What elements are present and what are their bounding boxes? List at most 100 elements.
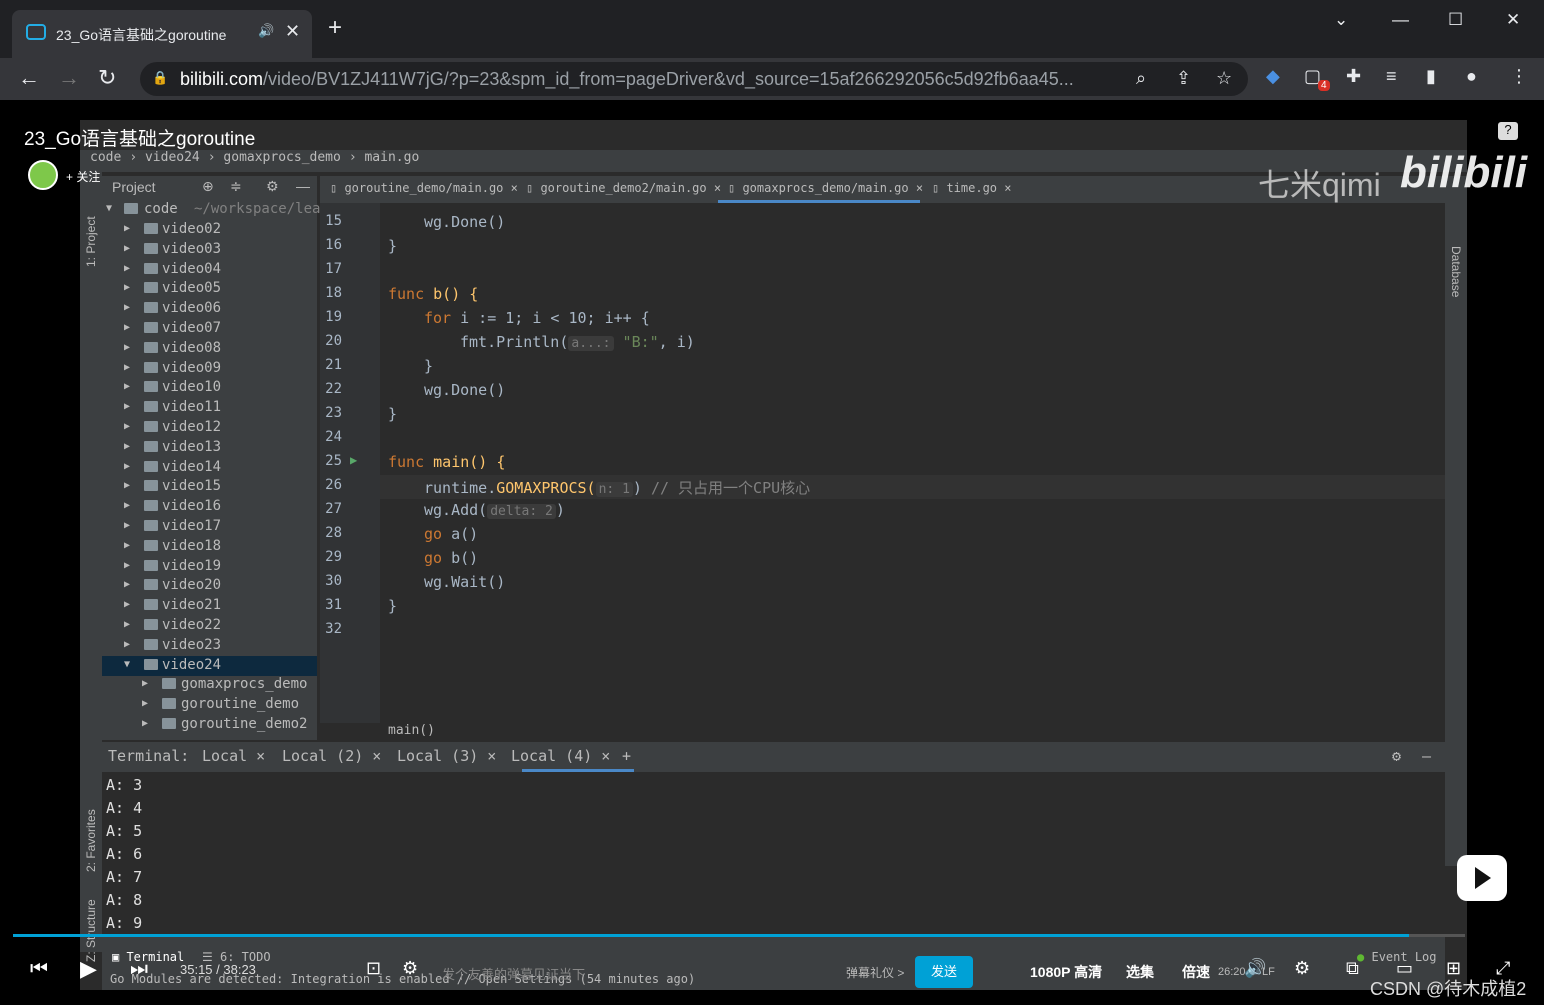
tree-folder-item[interactable]: ▶ video12 xyxy=(102,418,317,438)
pip-icon[interactable]: ⧉ xyxy=(1346,958,1359,979)
tree-folder-item[interactable]: ▶ video16 xyxy=(102,497,317,517)
terminal-gear-icon[interactable]: ⚙ xyxy=(1392,747,1401,765)
danmaku-send-button[interactable]: 发送 xyxy=(915,956,973,988)
editor-tab[interactable]: ▯ goroutine_demo2/main.go × xyxy=(526,181,721,195)
terminal-tab-active[interactable]: Local (4) × xyxy=(511,747,610,765)
danmaku-toggle-icon[interactable]: ⊡ xyxy=(366,958,381,979)
tree-folder-item[interactable]: ▶ video17 xyxy=(102,517,317,537)
tree-folder-child[interactable]: ▶ goroutine_demo2 xyxy=(102,715,317,735)
tree-folder-item[interactable]: ▶ video15 xyxy=(102,477,317,497)
next-icon[interactable]: ⏭ xyxy=(130,958,148,981)
tree-folder-item[interactable]: ▶ video08 xyxy=(102,339,317,359)
tree-folder-item[interactable]: ▶ video11 xyxy=(102,398,317,418)
tab-search-icon[interactable]: ⌄ xyxy=(1334,10,1348,30)
tree-folder-child[interactable]: ▶ goroutine_demo xyxy=(102,695,317,715)
line-number: 17 xyxy=(325,261,342,277)
terminal-output[interactable]: A: 3 A: 4 A: 5 A: 6 A: 7 A: 8 A: 9 xyxy=(102,772,1445,934)
tree-folder-item[interactable]: ▶ video04 xyxy=(102,260,317,280)
tree-folder-item[interactable]: ▶ video19 xyxy=(102,557,317,577)
tree-folder-item[interactable]: ▶ video09 xyxy=(102,359,317,379)
code-line: wg.Done() xyxy=(424,213,506,231)
media-controls-icon[interactable]: ≡ xyxy=(1386,66,1397,87)
tree-folder-child[interactable]: ▶ gomaxprocs_demo xyxy=(102,675,317,695)
side-panel-icon[interactable]: ▮ xyxy=(1426,66,1436,87)
tree-folder-item[interactable]: ▶ video13 xyxy=(102,438,317,458)
settings-icon[interactable]: ⚙ xyxy=(1294,958,1310,979)
extensions-puzzle-icon[interactable]: ✚ xyxy=(1346,66,1361,87)
back-icon[interactable]: ← xyxy=(18,65,40,91)
reload-icon[interactable]: ↻ xyxy=(98,65,116,91)
browser-tab[interactable]: 23_Go语言基础之goroutine 🔊 ✕ xyxy=(12,10,312,58)
tree-folder-item[interactable]: ▶ video10 xyxy=(102,378,317,398)
speed-button[interactable]: 倍速 xyxy=(1182,962,1210,982)
code-line: for i := 1; i < 10; i++ { xyxy=(424,309,650,327)
terminal-tab[interactable]: Local (2) × xyxy=(282,747,381,765)
follow-button[interactable]: + 关注 xyxy=(66,168,100,185)
tree-root[interactable]: ▼ code ~/workspace/lea xyxy=(102,200,320,220)
help-icon[interactable]: ? xyxy=(1498,122,1518,140)
zoom-icon[interactable]: ⌕ xyxy=(1136,68,1146,89)
profile-icon[interactable]: ● xyxy=(1466,66,1477,87)
previous-icon[interactable]: ⏮ xyxy=(30,958,48,981)
tree-folder-item[interactable]: ▶ video20 xyxy=(102,576,317,596)
collapse-icon[interactable]: ≑ xyxy=(230,178,242,195)
speaker-icon[interactable]: 🔊 xyxy=(258,23,274,39)
tree-folder-item[interactable]: ▼ video24 xyxy=(102,655,317,676)
forward-icon[interactable]: → xyxy=(58,65,80,91)
video-progress-played[interactable] xyxy=(13,934,1409,937)
database-side-label[interactable]: Database xyxy=(1449,246,1463,297)
danmaku-settings-icon[interactable]: ⚙ xyxy=(402,958,418,979)
tree-folder-item[interactable]: ▶ video18 xyxy=(102,537,317,557)
address-bar[interactable]: 🔒 bilibili.com/video/BV1ZJ411W7jG/?p=23&… xyxy=(140,62,1248,96)
ide-screen: code › video24 › gomaxprocs_demo › main.go … xyxy=(80,120,1467,990)
danmaku-input[interactable]: 发个友善的弹幕见证当下 xyxy=(442,964,585,983)
tree-folder-item[interactable]: ▶ video03 xyxy=(102,240,317,260)
extension-gem-icon[interactable]: ◆ xyxy=(1266,66,1280,87)
danmaku-etiquette-link[interactable]: 弹幕礼仪 > xyxy=(846,964,904,981)
run-gutter-icon[interactable]: ▶ xyxy=(350,453,357,467)
csdn-watermark: CSDN @待木成植2 xyxy=(1370,979,1527,999)
new-tab-button[interactable]: + xyxy=(328,16,342,40)
menu-kebab-icon[interactable]: ⋮ xyxy=(1510,66,1528,87)
gear-icon[interactable]: ⚙ xyxy=(266,178,279,195)
terminal-hide-icon[interactable]: — xyxy=(1422,747,1431,765)
tree-folder-item[interactable]: ▶ video22 xyxy=(102,616,317,636)
close-window-button[interactable]: ✕ xyxy=(1506,10,1520,30)
new-terminal-icon[interactable]: + xyxy=(622,747,631,765)
editor-tab[interactable]: ▯ time.go × xyxy=(932,181,1011,195)
line-number: 27 xyxy=(325,501,342,517)
code-line: wg.Add(delta: 2) xyxy=(424,501,565,519)
tree-folder-item[interactable]: ▶ video06 xyxy=(102,299,317,319)
locate-icon[interactable]: ⊕ xyxy=(202,178,214,195)
tree-folder-item[interactable]: ▶ video07 xyxy=(102,319,317,339)
quality-button[interactable]: 1080P 高清 xyxy=(1030,962,1102,982)
uploader-avatar[interactable] xyxy=(28,160,58,190)
bilibili-tv-icon[interactable] xyxy=(1457,855,1507,901)
hide-icon[interactable]: — xyxy=(296,178,310,194)
bookmark-star-icon[interactable]: ☆ xyxy=(1216,68,1232,89)
terminal-tab[interactable]: Local × xyxy=(202,747,265,765)
video-progress-remaining[interactable] xyxy=(1409,934,1465,937)
share-icon[interactable]: ⇪ xyxy=(1176,68,1191,89)
editor-tab[interactable]: ▯ goroutine_demo/main.go × xyxy=(330,181,518,195)
bilibili-favicon-icon xyxy=(26,24,46,40)
line-number: 32 xyxy=(325,621,342,637)
tree-folder-item[interactable]: ▶ video21 xyxy=(102,596,317,616)
tree-folder-item[interactable]: ▶ video05 xyxy=(102,279,317,299)
project-side-label: 1: Project xyxy=(84,216,98,267)
tree-folder-item[interactable]: ▶ video02 xyxy=(102,220,317,240)
function-breadcrumb: main() xyxy=(380,720,1445,742)
tree-folder-item[interactable]: ▶ video14 xyxy=(102,458,317,478)
maximize-button[interactable]: ☐ xyxy=(1448,10,1463,30)
terminal-tab[interactable]: Local (3) × xyxy=(397,747,496,765)
lock-icon[interactable]: 🔒 xyxy=(152,70,168,86)
code-editor[interactable]: wg.Done() } func b() { for i := 1; i < 1… xyxy=(380,203,1445,723)
close-tab-icon[interactable]: ✕ xyxy=(285,21,300,42)
tree-folder-item[interactable]: ▶ video23 xyxy=(102,636,317,656)
play-icon[interactable]: ▶ xyxy=(80,956,97,982)
episodes-button[interactable]: 选集 xyxy=(1126,962,1154,982)
tab-title: 23_Go语言基础之goroutine xyxy=(56,27,227,43)
project-label[interactable]: Project xyxy=(112,179,156,195)
editor-tab-active[interactable]: ▯ gomaxprocs_demo/main.go × xyxy=(728,181,923,195)
minimize-button[interactable]: — xyxy=(1392,10,1409,30)
